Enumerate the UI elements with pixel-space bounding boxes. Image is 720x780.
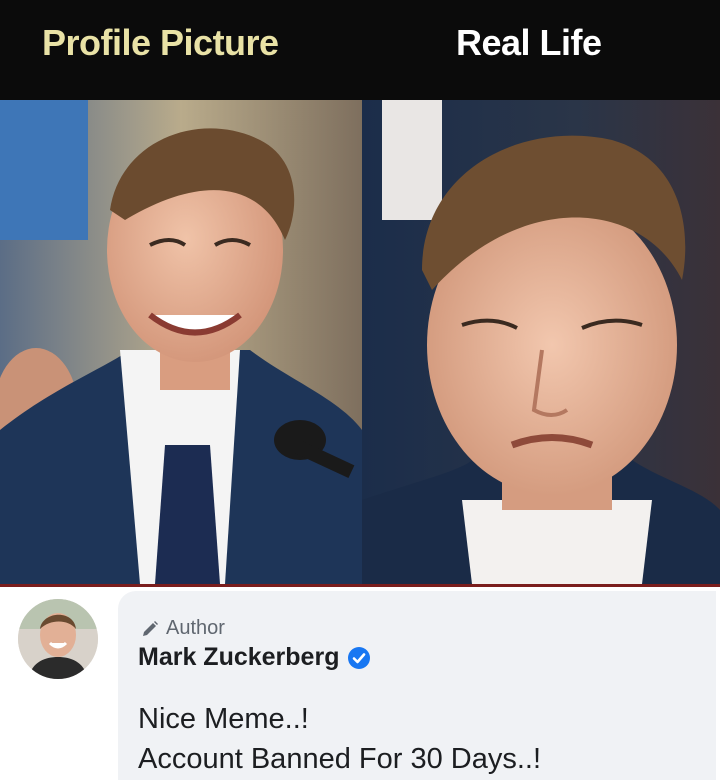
author-badge: Author	[140, 617, 225, 640]
comment-bubble: Author Mark Zuckerberg Nice Meme..! Acco…	[118, 591, 716, 780]
real-life-label: Real Life	[456, 22, 602, 63]
profile-picture-label: Profile Picture	[42, 22, 279, 63]
smiling-photo	[0, 100, 362, 584]
comment-text-line-2: Account Banned For 30 Days..!	[138, 743, 541, 775]
photo-comparison	[0, 100, 720, 584]
comment: Author Mark Zuckerberg Nice Meme..! Acco…	[0, 587, 720, 780]
meme-header: Profile Picture Real Life	[0, 0, 720, 100]
verified-check-icon	[348, 646, 371, 669]
pencil-icon	[143, 620, 158, 636]
author-badge-label: Author	[166, 617, 225, 639]
commenter-name[interactable]: Mark Zuckerberg	[138, 643, 339, 672]
avatar[interactable]	[18, 599, 98, 679]
commenter-name-row: Mark Zuckerberg	[138, 643, 371, 672]
comment-text-line-1: Nice Meme..!	[138, 703, 309, 735]
frowning-photo	[362, 100, 720, 584]
